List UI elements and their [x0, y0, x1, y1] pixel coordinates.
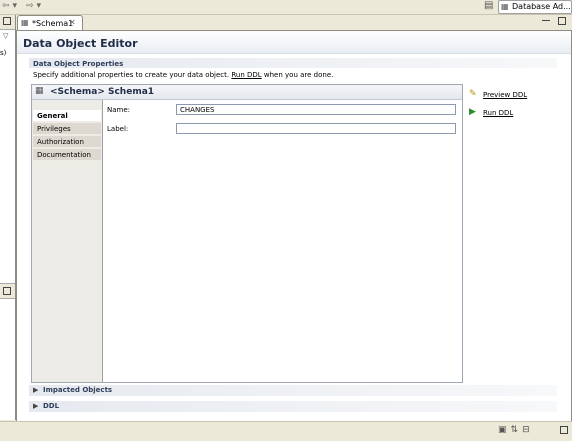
run-ddl-link[interactable]: Run DDL — [483, 109, 513, 117]
left-bottom-panel-header — [0, 283, 15, 299]
perspective-label: Database Ad... — [512, 2, 571, 11]
page-title: Data Object Editor — [23, 37, 138, 50]
run-ddl-icon: ▶ — [469, 107, 476, 117]
label-label: Label: — [107, 125, 129, 133]
property-tabs: General Privileges Authorization Documen… — [32, 100, 103, 382]
editor-tab-bar: ▦ *Schema1 ✕ — [16, 15, 572, 31]
perspective-button[interactable]: ▦ Database Ad... — [498, 0, 572, 14]
nav-toolbar-icons[interactable]: ⇦▾ ⇨▾ — [2, 1, 44, 12]
maximize-icon[interactable] — [560, 426, 568, 434]
left-panel-header — [0, 15, 15, 30]
status-bar: ▣⇅⊟ — [0, 421, 572, 441]
section-desc-suffix: when you are done. — [263, 71, 334, 79]
tab-privileges[interactable]: Privileges — [33, 123, 101, 135]
view-menu-icon[interactable]: ▽ — [3, 32, 8, 40]
impacted-objects-section[interactable]: ▶ Impacted Objects — [29, 385, 557, 396]
section-title: Data Object Properties — [33, 60, 124, 68]
tab-schema1[interactable]: ▦ *Schema1 ✕ — [17, 15, 83, 31]
section-desc-prefix: Specify additional properties to create … — [33, 71, 230, 79]
schema-header: ▦ <Schema> Schema1 — [32, 85, 462, 100]
expand-arrow-icon: ▶ — [33, 402, 39, 410]
sort-icon[interactable]: ⇅ — [511, 425, 523, 435]
close-icon[interactable]: ✕ — [69, 18, 76, 27]
editor-header: Data Object Editor — [17, 31, 571, 54]
name-field[interactable]: CHANGES — [176, 104, 456, 115]
data-object-editor: Data Object Editor Data Object Propertie… — [16, 30, 572, 422]
main-toolbar: ⇦▾ ⇨▾ ▤ ▦ Database Ad... — [0, 0, 572, 15]
open-perspective-icon[interactable]: ▤ — [484, 0, 496, 12]
view-icon[interactable]: ▣ — [498, 425, 511, 435]
schema-icon: ▦ — [21, 18, 29, 27]
schema-title: <Schema> Schema1 — [50, 87, 155, 97]
schema-icon: ▦ — [35, 86, 44, 96]
minimize-icon[interactable] — [542, 17, 550, 21]
tab-authorization[interactable]: Authorization — [33, 136, 101, 148]
forward-icon[interactable]: ⇨▾ — [26, 1, 44, 11]
back-icon[interactable]: ⇦▾ — [2, 1, 20, 11]
database-icon: ▦ — [501, 2, 509, 11]
left-panel-text: s) — [0, 49, 7, 57]
tab-label: *Schema1 — [32, 19, 74, 28]
preview-ddl-icon: ✎ — [469, 89, 477, 99]
ddl-title: DDL — [43, 402, 60, 410]
schema-properties-panel: ▦ <Schema> Schema1 General Privileges Au… — [31, 84, 463, 383]
preview-ddl-link[interactable]: Preview DDL — [483, 91, 527, 99]
tab-documentation[interactable]: Documentation — [33, 149, 101, 161]
maximize-icon[interactable] — [558, 17, 566, 25]
filter-icon[interactable]: ⊟ — [522, 425, 534, 435]
maximize-icon[interactable] — [3, 287, 11, 295]
status-icons[interactable]: ▣⇅⊟ — [498, 425, 534, 435]
tab-general[interactable]: General — [33, 110, 101, 122]
impacted-objects-title: Impacted Objects — [43, 386, 113, 394]
label-field[interactable] — [176, 123, 456, 134]
name-label: Name: — [107, 106, 131, 114]
section-description: Specify additional properties to create … — [33, 71, 333, 79]
expand-arrow-icon: ▶ — [33, 386, 39, 394]
run-ddl-inline-link[interactable]: Run DDL — [231, 71, 261, 79]
left-view-panel: ▽ s) — [0, 15, 16, 420]
maximize-icon[interactable] — [3, 17, 11, 25]
ddl-section[interactable]: ▶ DDL — [29, 401, 557, 412]
